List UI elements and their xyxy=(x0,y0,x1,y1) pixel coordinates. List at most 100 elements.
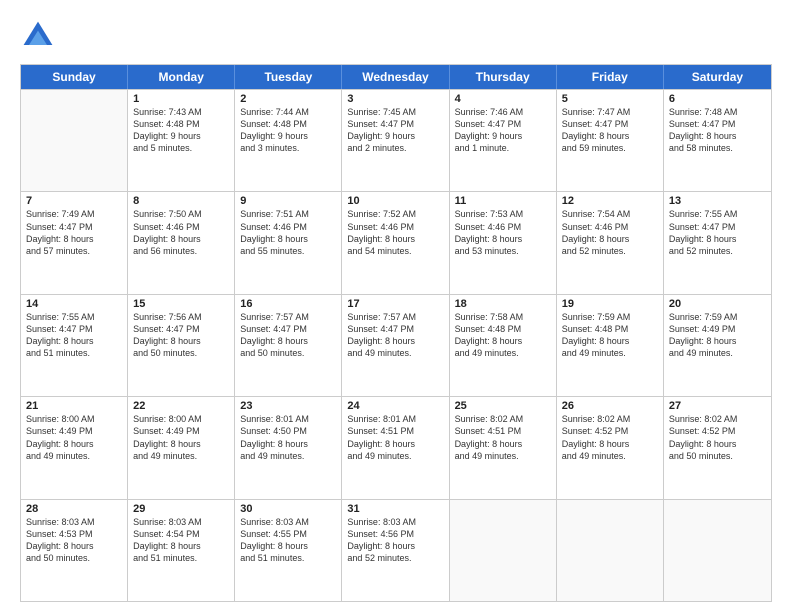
logo-icon xyxy=(20,18,56,54)
cell-text: Sunrise: 7:51 AMSunset: 4:46 PMDaylight:… xyxy=(240,208,336,257)
calendar-cell: 12Sunrise: 7:54 AMSunset: 4:46 PMDayligh… xyxy=(557,192,664,293)
calendar-row: 14Sunrise: 7:55 AMSunset: 4:47 PMDayligh… xyxy=(21,294,771,396)
cell-text: Sunrise: 8:00 AMSunset: 4:49 PMDaylight:… xyxy=(133,413,229,462)
calendar-cell xyxy=(557,500,664,601)
day-number: 5 xyxy=(562,93,658,105)
calendar-cell: 20Sunrise: 7:59 AMSunset: 4:49 PMDayligh… xyxy=(664,295,771,396)
header xyxy=(20,18,772,54)
calendar-cell: 24Sunrise: 8:01 AMSunset: 4:51 PMDayligh… xyxy=(342,397,449,498)
cell-text: Sunrise: 7:54 AMSunset: 4:46 PMDaylight:… xyxy=(562,208,658,257)
day-number: 30 xyxy=(240,503,336,515)
cell-text: Sunrise: 7:46 AMSunset: 4:47 PMDaylight:… xyxy=(455,106,551,155)
calendar-cell xyxy=(21,90,128,191)
calendar-cell: 26Sunrise: 8:02 AMSunset: 4:52 PMDayligh… xyxy=(557,397,664,498)
cell-text: Sunrise: 7:59 AMSunset: 4:49 PMDaylight:… xyxy=(669,311,766,360)
cell-text: Sunrise: 7:50 AMSunset: 4:46 PMDaylight:… xyxy=(133,208,229,257)
calendar: SundayMondayTuesdayWednesdayThursdayFrid… xyxy=(20,64,772,602)
calendar-cell: 8Sunrise: 7:50 AMSunset: 4:46 PMDaylight… xyxy=(128,192,235,293)
cell-text: Sunrise: 7:59 AMSunset: 4:48 PMDaylight:… xyxy=(562,311,658,360)
cell-text: Sunrise: 8:03 AMSunset: 4:54 PMDaylight:… xyxy=(133,516,229,565)
calendar-cell: 27Sunrise: 8:02 AMSunset: 4:52 PMDayligh… xyxy=(664,397,771,498)
day-number: 14 xyxy=(26,298,122,310)
calendar-cell: 22Sunrise: 8:00 AMSunset: 4:49 PMDayligh… xyxy=(128,397,235,498)
day-number: 19 xyxy=(562,298,658,310)
day-number: 17 xyxy=(347,298,443,310)
cell-text: Sunrise: 8:00 AMSunset: 4:49 PMDaylight:… xyxy=(26,413,122,462)
day-number: 18 xyxy=(455,298,551,310)
cell-text: Sunrise: 8:03 AMSunset: 4:56 PMDaylight:… xyxy=(347,516,443,565)
day-number: 15 xyxy=(133,298,229,310)
calendar-cell: 13Sunrise: 7:55 AMSunset: 4:47 PMDayligh… xyxy=(664,192,771,293)
cell-text: Sunrise: 7:55 AMSunset: 4:47 PMDaylight:… xyxy=(26,311,122,360)
day-number: 29 xyxy=(133,503,229,515)
day-number: 3 xyxy=(347,93,443,105)
calendar-header: SundayMondayTuesdayWednesdayThursdayFrid… xyxy=(21,65,771,89)
calendar-cell: 18Sunrise: 7:58 AMSunset: 4:48 PMDayligh… xyxy=(450,295,557,396)
day-number: 24 xyxy=(347,400,443,412)
calendar-header-cell: Friday xyxy=(557,65,664,89)
cell-text: Sunrise: 8:02 AMSunset: 4:51 PMDaylight:… xyxy=(455,413,551,462)
cell-text: Sunrise: 8:02 AMSunset: 4:52 PMDaylight:… xyxy=(669,413,766,462)
day-number: 6 xyxy=(669,93,766,105)
calendar-header-cell: Saturday xyxy=(664,65,771,89)
cell-text: Sunrise: 8:01 AMSunset: 4:50 PMDaylight:… xyxy=(240,413,336,462)
day-number: 22 xyxy=(133,400,229,412)
cell-text: Sunrise: 7:47 AMSunset: 4:47 PMDaylight:… xyxy=(562,106,658,155)
day-number: 11 xyxy=(455,195,551,207)
calendar-header-cell: Tuesday xyxy=(235,65,342,89)
calendar-header-cell: Sunday xyxy=(21,65,128,89)
calendar-cell: 14Sunrise: 7:55 AMSunset: 4:47 PMDayligh… xyxy=(21,295,128,396)
calendar-cell: 31Sunrise: 8:03 AMSunset: 4:56 PMDayligh… xyxy=(342,500,449,601)
calendar-header-cell: Wednesday xyxy=(342,65,449,89)
calendar-cell xyxy=(450,500,557,601)
calendar-cell: 17Sunrise: 7:57 AMSunset: 4:47 PMDayligh… xyxy=(342,295,449,396)
calendar-row: 28Sunrise: 8:03 AMSunset: 4:53 PMDayligh… xyxy=(21,499,771,601)
cell-text: Sunrise: 8:03 AMSunset: 4:55 PMDaylight:… xyxy=(240,516,336,565)
day-number: 21 xyxy=(26,400,122,412)
calendar-header-cell: Thursday xyxy=(450,65,557,89)
day-number: 25 xyxy=(455,400,551,412)
day-number: 7 xyxy=(26,195,122,207)
calendar-cell: 21Sunrise: 8:00 AMSunset: 4:49 PMDayligh… xyxy=(21,397,128,498)
logo xyxy=(20,18,62,54)
calendar-cell: 28Sunrise: 8:03 AMSunset: 4:53 PMDayligh… xyxy=(21,500,128,601)
day-number: 23 xyxy=(240,400,336,412)
calendar-cell: 10Sunrise: 7:52 AMSunset: 4:46 PMDayligh… xyxy=(342,192,449,293)
cell-text: Sunrise: 7:58 AMSunset: 4:48 PMDaylight:… xyxy=(455,311,551,360)
day-number: 9 xyxy=(240,195,336,207)
cell-text: Sunrise: 7:53 AMSunset: 4:46 PMDaylight:… xyxy=(455,208,551,257)
day-number: 16 xyxy=(240,298,336,310)
calendar-row: 7Sunrise: 7:49 AMSunset: 4:47 PMDaylight… xyxy=(21,191,771,293)
cell-text: Sunrise: 7:45 AMSunset: 4:47 PMDaylight:… xyxy=(347,106,443,155)
page: SundayMondayTuesdayWednesdayThursdayFrid… xyxy=(0,0,792,612)
calendar-cell xyxy=(664,500,771,601)
calendar-cell: 6Sunrise: 7:48 AMSunset: 4:47 PMDaylight… xyxy=(664,90,771,191)
cell-text: Sunrise: 7:44 AMSunset: 4:48 PMDaylight:… xyxy=(240,106,336,155)
calendar-cell: 11Sunrise: 7:53 AMSunset: 4:46 PMDayligh… xyxy=(450,192,557,293)
calendar-body: 1Sunrise: 7:43 AMSunset: 4:48 PMDaylight… xyxy=(21,89,771,601)
cell-text: Sunrise: 7:57 AMSunset: 4:47 PMDaylight:… xyxy=(347,311,443,360)
calendar-cell: 9Sunrise: 7:51 AMSunset: 4:46 PMDaylight… xyxy=(235,192,342,293)
calendar-cell: 16Sunrise: 7:57 AMSunset: 4:47 PMDayligh… xyxy=(235,295,342,396)
calendar-cell: 25Sunrise: 8:02 AMSunset: 4:51 PMDayligh… xyxy=(450,397,557,498)
cell-text: Sunrise: 7:55 AMSunset: 4:47 PMDaylight:… xyxy=(669,208,766,257)
day-number: 2 xyxy=(240,93,336,105)
day-number: 1 xyxy=(133,93,229,105)
calendar-cell: 15Sunrise: 7:56 AMSunset: 4:47 PMDayligh… xyxy=(128,295,235,396)
day-number: 27 xyxy=(669,400,766,412)
cell-text: Sunrise: 7:57 AMSunset: 4:47 PMDaylight:… xyxy=(240,311,336,360)
day-number: 10 xyxy=(347,195,443,207)
calendar-cell: 30Sunrise: 8:03 AMSunset: 4:55 PMDayligh… xyxy=(235,500,342,601)
calendar-cell: 19Sunrise: 7:59 AMSunset: 4:48 PMDayligh… xyxy=(557,295,664,396)
calendar-header-cell: Monday xyxy=(128,65,235,89)
day-number: 20 xyxy=(669,298,766,310)
day-number: 13 xyxy=(669,195,766,207)
calendar-cell: 29Sunrise: 8:03 AMSunset: 4:54 PMDayligh… xyxy=(128,500,235,601)
cell-text: Sunrise: 7:43 AMSunset: 4:48 PMDaylight:… xyxy=(133,106,229,155)
cell-text: Sunrise: 7:49 AMSunset: 4:47 PMDaylight:… xyxy=(26,208,122,257)
cell-text: Sunrise: 8:01 AMSunset: 4:51 PMDaylight:… xyxy=(347,413,443,462)
calendar-row: 21Sunrise: 8:00 AMSunset: 4:49 PMDayligh… xyxy=(21,396,771,498)
day-number: 31 xyxy=(347,503,443,515)
day-number: 28 xyxy=(26,503,122,515)
calendar-cell: 1Sunrise: 7:43 AMSunset: 4:48 PMDaylight… xyxy=(128,90,235,191)
